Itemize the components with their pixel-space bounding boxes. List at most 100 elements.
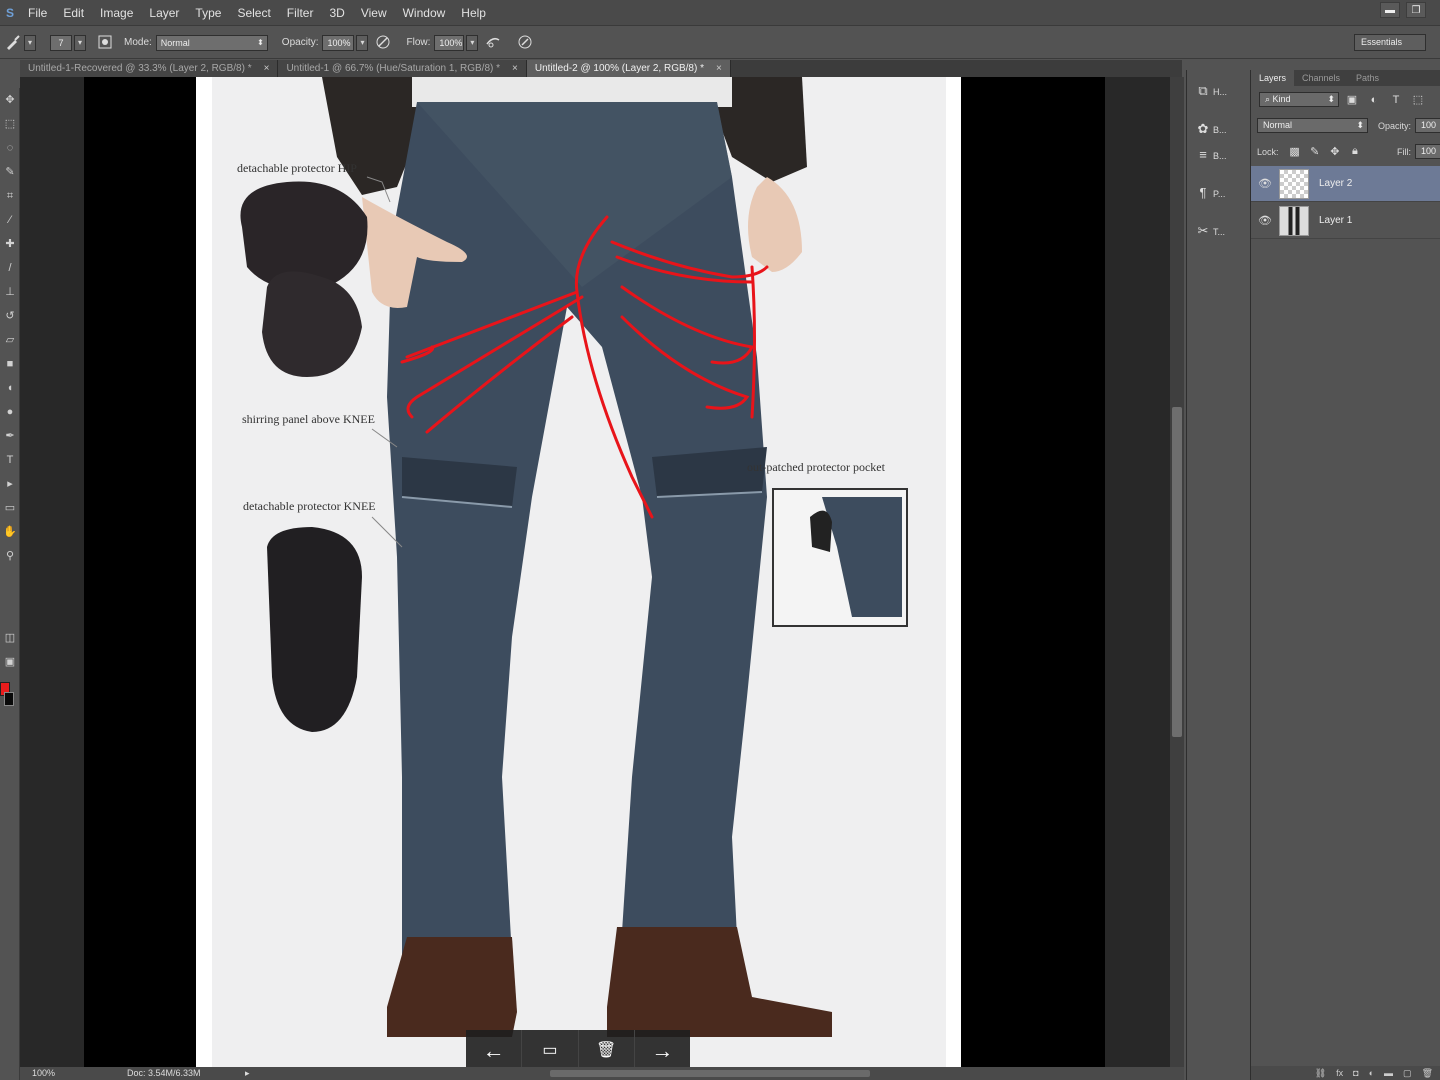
dock-brush-presets[interactable]: ≡ B... xyxy=(1193,144,1247,166)
hand-tool-icon[interactable]: ✋ xyxy=(0,520,20,544)
status-menu-arrow-icon[interactable]: ▸ xyxy=(245,1067,250,1080)
menu-view[interactable]: View xyxy=(353,0,395,26)
shape-filter-icon[interactable]: ⬚ xyxy=(1409,93,1427,106)
quick-select-tool-icon[interactable]: ✎ xyxy=(0,160,20,184)
adjustment-filter-icon[interactable]: ◐ xyxy=(1365,94,1383,106)
menu-3d[interactable]: 3D xyxy=(321,0,352,26)
document-canvas[interactable]: detachable protector HIP shirring panel … xyxy=(196,77,961,1067)
tab-channels[interactable]: Channels xyxy=(1294,70,1348,86)
document-size[interactable]: Doc: 3.54M/6.33M xyxy=(127,1067,201,1080)
add-mask-icon[interactable]: ◘ xyxy=(1353,1066,1358,1080)
menu-help[interactable]: Help xyxy=(453,0,494,26)
trash-icon[interactable]: 🗑 xyxy=(579,1030,635,1072)
layer-row-layer-2[interactable]: 👁︎ Layer 2 xyxy=(1251,166,1440,202)
tab-close-icon[interactable]: × xyxy=(716,63,722,74)
mode-select[interactable]: Normal ⬍ xyxy=(155,34,268,51)
vertical-scrollbar[interactable] xyxy=(1170,77,1184,1067)
pixel-filter-icon[interactable]: ▣ xyxy=(1343,93,1361,106)
eraser-tool-icon[interactable]: ▱ xyxy=(0,328,20,352)
stamp-tool-icon[interactable]: ⊥ xyxy=(0,280,20,304)
tab-close-icon[interactable]: × xyxy=(512,63,518,74)
blend-mode-select[interactable]: Normal ⬍ xyxy=(1257,118,1368,133)
type-filter-icon[interactable]: T xyxy=(1387,94,1405,106)
crop-tool-icon[interactable]: ⌗ xyxy=(0,184,20,208)
link-layers-icon[interactable]: ⛓ xyxy=(1315,1066,1326,1080)
lock-pixels-icon[interactable]: ✎ xyxy=(1307,145,1323,158)
canvas-area[interactable]: detachable protector HIP shirring panel … xyxy=(20,77,1170,1067)
path-select-tool-icon[interactable]: ▸ xyxy=(0,472,20,496)
workspace-switcher[interactable]: Essentials xyxy=(1354,34,1426,51)
restore-button[interactable]: ❐ xyxy=(1406,2,1426,18)
tool-preset-dropdown[interactable]: ▾ xyxy=(24,34,36,51)
dock-tool-presets[interactable]: ✂ T... xyxy=(1193,220,1247,242)
opacity-dropdown[interactable]: ▾ xyxy=(356,34,369,51)
menu-select[interactable]: Select xyxy=(229,0,278,26)
tab-untitled-1-recovered[interactable]: Untitled-1-Recovered @ 33.3% (Layer 2, R… xyxy=(20,60,279,77)
tab-paths[interactable]: Paths xyxy=(1348,70,1387,86)
eyedropper-tool-icon[interactable]: ⁄ xyxy=(0,208,20,232)
brush-tool-icon[interactable]: / xyxy=(0,256,20,280)
brush-tool-icon[interactable] xyxy=(4,34,22,52)
minimize-button[interactable]: ▬ xyxy=(1380,2,1400,18)
delete-layer-icon[interactable]: 🗑︎ xyxy=(1422,1066,1433,1080)
fill-field[interactable]: 100 xyxy=(1415,144,1440,159)
background-color-swatch[interactable] xyxy=(4,692,14,706)
new-group-icon[interactable]: ▬ xyxy=(1384,1066,1393,1080)
airbrush-icon[interactable] xyxy=(484,34,502,52)
tab-close-icon[interactable]: × xyxy=(264,63,270,74)
dock-paragraph[interactable]: ¶ P... xyxy=(1193,182,1247,204)
pen-tool-icon[interactable]: ✒ xyxy=(0,424,20,448)
slideshow-icon[interactable]: ▭ xyxy=(522,1030,579,1072)
healing-tool-icon[interactable]: ✚ xyxy=(0,232,20,256)
eye-icon[interactable]: 👁︎ xyxy=(1251,177,1279,190)
dodge-tool-icon[interactable]: ● xyxy=(0,400,20,424)
shape-tool-icon[interactable]: ▭ xyxy=(0,496,20,520)
menu-window[interactable]: Window xyxy=(395,0,454,26)
kind-filter-select[interactable]: ⌕ Kind ⬍ xyxy=(1259,92,1339,107)
layer-name[interactable]: Layer 1 xyxy=(1319,215,1352,226)
menu-image[interactable]: Image xyxy=(92,0,141,26)
zoom-tool-icon[interactable]: ⚲ xyxy=(0,544,20,568)
type-tool-icon[interactable]: T xyxy=(0,448,20,472)
layer-row-layer-1[interactable]: 👁︎ Layer 1 xyxy=(1251,203,1440,239)
layer-style-icon[interactable]: fx xyxy=(1336,1066,1343,1080)
menu-edit[interactable]: Edit xyxy=(55,0,92,26)
history-brush-tool-icon[interactable]: ↺ xyxy=(0,304,20,328)
tab-untitled-1[interactable]: Untitled-1 @ 66.7% (Hue/Saturation 1, RG… xyxy=(278,60,527,77)
quick-mask-icon[interactable]: ◫ xyxy=(0,626,20,650)
move-tool-icon[interactable]: ✥ xyxy=(0,88,20,112)
blur-tool-icon[interactable]: ◖ xyxy=(0,376,20,400)
brush-panel-toggle-icon[interactable] xyxy=(96,34,114,52)
eye-icon[interactable]: 👁︎ xyxy=(1251,214,1279,227)
adjustment-layer-icon[interactable]: ◐ xyxy=(1369,1066,1374,1080)
previous-arrow-icon[interactable]: ← xyxy=(466,1030,523,1072)
marquee-tool-icon[interactable]: ⬚ xyxy=(0,112,20,136)
new-layer-icon[interactable]: ▢ xyxy=(1403,1066,1412,1080)
scrollbar-thumb[interactable] xyxy=(1172,407,1182,737)
dock-history[interactable]: ⧉ H... xyxy=(1193,80,1247,102)
lasso-tool-icon[interactable]: ◌ xyxy=(0,136,20,160)
lock-position-icon[interactable]: ✥ xyxy=(1327,145,1343,158)
next-arrow-icon[interactable]: → xyxy=(635,1030,690,1072)
lock-transparency-icon[interactable]: ▩ xyxy=(1287,145,1303,158)
zoom-level[interactable]: 100% xyxy=(32,1067,55,1080)
dock-brush[interactable]: ✿ B... xyxy=(1193,118,1247,140)
gradient-tool-icon[interactable]: ■ xyxy=(0,352,20,376)
menu-file[interactable]: File xyxy=(20,0,55,26)
tab-layers[interactable]: Layers xyxy=(1251,70,1295,86)
brush-picker-dropdown[interactable]: ▾ xyxy=(74,34,86,51)
layer-opacity-field[interactable]: 100 xyxy=(1415,118,1440,133)
menu-layer[interactable]: Layer xyxy=(141,0,187,26)
pressure-opacity-icon[interactable] xyxy=(374,34,392,52)
flow-field[interactable]: 100% xyxy=(434,34,465,51)
brush-size-picker[interactable]: 7 xyxy=(50,34,72,51)
screen-mode-icon[interactable]: ▣ xyxy=(0,650,20,674)
horizontal-scrollbar-thumb[interactable] xyxy=(550,1070,870,1077)
lock-all-icon[interactable]: 🔒︎ xyxy=(1347,145,1363,158)
tab-untitled-2[interactable]: Untitled-2 @ 100% (Layer 2, RGB/8) * × xyxy=(526,60,731,77)
flow-dropdown[interactable]: ▾ xyxy=(466,34,479,51)
layer-name[interactable]: Layer 2 xyxy=(1319,178,1352,189)
menu-filter[interactable]: Filter xyxy=(279,0,322,26)
menu-type[interactable]: Type xyxy=(187,0,229,26)
pressure-size-icon[interactable] xyxy=(516,34,534,52)
